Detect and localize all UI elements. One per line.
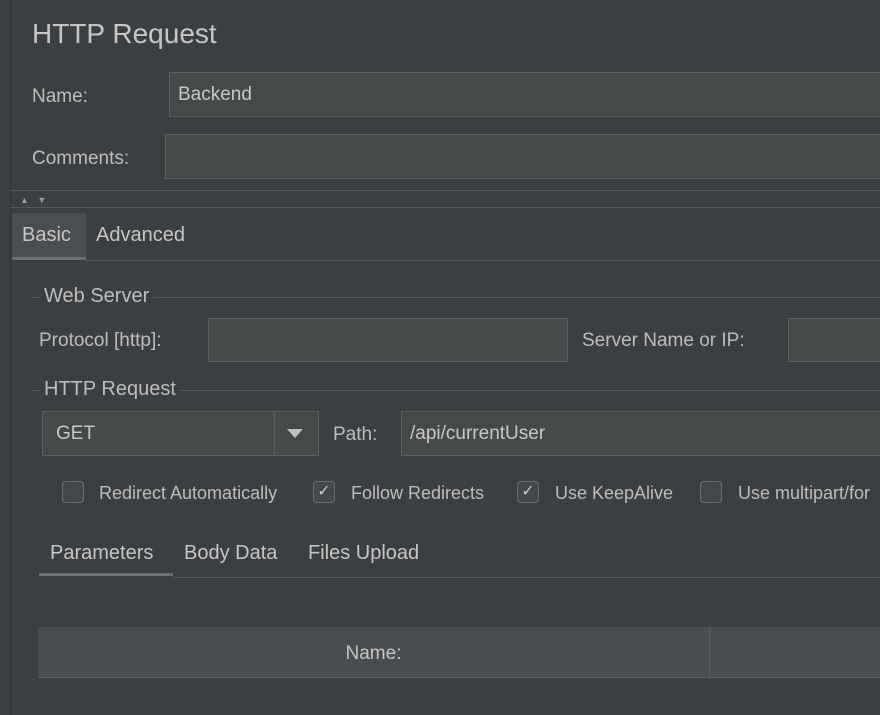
web-server-title: Web Server	[40, 285, 154, 308]
use-keepalive-label: Use KeepAlive	[555, 483, 674, 503]
tab-advanced[interactable]: Advanced	[96, 224, 185, 247]
redirect-automatically-checkbox[interactable]	[62, 481, 84, 503]
path-input[interactable]	[401, 411, 880, 456]
redirect-automatically-label: Redirect Automatically	[99, 483, 278, 503]
tab-basic-label: Basic	[22, 224, 71, 246]
path-label: Path:	[333, 424, 378, 445]
http-request-group-title: HTTP Request	[40, 378, 180, 401]
check-icon: ✓	[317, 483, 331, 500]
tab-files-upload[interactable]: Files Upload	[308, 542, 419, 565]
column-divider[interactable]	[709, 627, 710, 677]
method-select[interactable]: GET	[42, 411, 319, 456]
protocol-label: Protocol [http]:	[39, 330, 162, 351]
tab-parameters[interactable]: Parameters	[50, 542, 153, 565]
web-server-border	[32, 297, 880, 298]
method-value: GET	[56, 423, 96, 444]
use-multipart-checkbox[interactable]	[700, 481, 722, 503]
comments-label: Comments:	[32, 148, 130, 169]
use-multipart-label: Use multipart/for	[738, 483, 871, 503]
tabs-divider	[86, 260, 880, 261]
protocol-input[interactable]	[208, 318, 568, 362]
use-keepalive-checkbox[interactable]: ✓	[517, 481, 539, 503]
name-input[interactable]	[169, 72, 880, 117]
select-divider	[274, 412, 275, 455]
follow-redirects-label: Follow Redirects	[351, 483, 485, 503]
column-header-name[interactable]: Name:	[38, 643, 709, 665]
parameters-table-header: Name:	[38, 627, 880, 678]
server-name-label: Server Name or IP:	[582, 330, 745, 351]
divider	[10, 207, 880, 208]
page-title: HTTP Request	[32, 18, 217, 49]
tab-basic[interactable]: Basic	[12, 213, 86, 260]
name-label: Name:	[32, 86, 88, 107]
tab-body-data[interactable]: Body Data	[184, 542, 277, 565]
sub-tabs-divider	[173, 577, 880, 578]
left-border	[10, 0, 11, 715]
tab-basic-underline	[12, 257, 86, 260]
chevron-down-icon[interactable]	[287, 429, 303, 438]
divider	[10, 190, 880, 191]
follow-redirects-checkbox[interactable]: ✓	[313, 481, 335, 503]
check-icon: ✓	[521, 483, 535, 500]
tab-parameters-underline	[39, 573, 173, 576]
collapse-arrows-icon[interactable]: ▲ ▼	[20, 195, 49, 205]
comments-input[interactable]	[165, 134, 880, 179]
server-name-input[interactable]	[788, 318, 880, 362]
